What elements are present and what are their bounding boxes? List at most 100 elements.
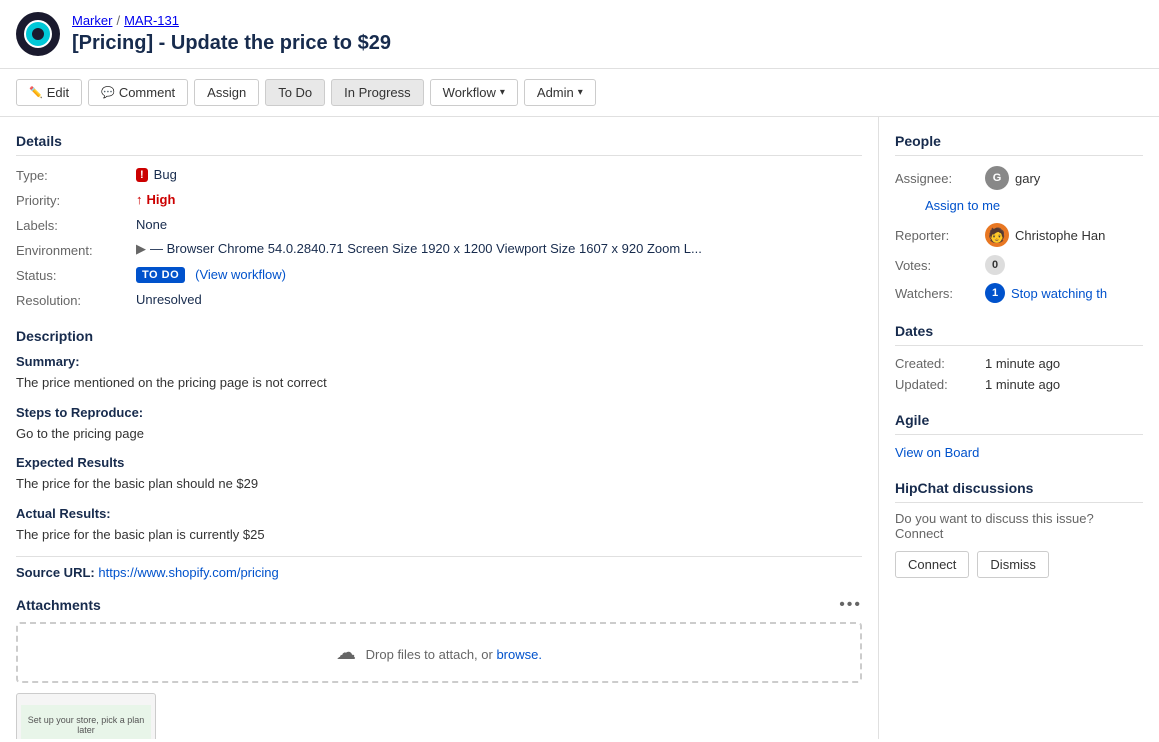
details-title: Details [16, 133, 862, 156]
breadcrumb-project[interactable]: Marker [72, 13, 112, 28]
steps-label: Steps to Reproduce: [16, 405, 862, 420]
attachments-title: Attachments [16, 597, 101, 613]
view-board-link[interactable]: View on Board [895, 445, 979, 460]
assignee-value: G gary [985, 166, 1143, 190]
type-label: Type: [16, 166, 136, 183]
status-value: TO DO (View workflow) [136, 266, 862, 283]
reporter-value: 🧑 Christophe Han [985, 223, 1143, 247]
breadcrumb: Marker / MAR-131 [72, 13, 391, 28]
dates-title: Dates [895, 323, 1143, 346]
status-label: Status: [16, 266, 136, 283]
description-title: Description [16, 328, 862, 344]
comment-button[interactable]: Comment [88, 79, 188, 106]
actual-text: The price for the basic plan is currentl… [16, 525, 862, 545]
actual-subsection: Actual Results: The price for the basic … [16, 506, 862, 545]
attachments-header: Attachments ••• [16, 596, 862, 614]
description-divider [16, 556, 862, 557]
agile-title: Agile [895, 412, 1143, 435]
watchers-badge: 1 [985, 283, 1005, 303]
attachments-section: Attachments ••• ☁ Drop files to attach, … [16, 596, 862, 739]
updated-value: 1 minute ago [985, 377, 1143, 392]
connect-button[interactable]: Connect [895, 551, 969, 578]
details-grid: Type: ! Bug Priority: High Labels: None … [16, 166, 862, 308]
breadcrumb-issue-id[interactable]: MAR-131 [124, 13, 179, 28]
source-label: Source URL: [16, 565, 95, 580]
page-header: Marker / MAR-131 [Pricing] - Update the … [0, 0, 1159, 69]
drop-zone[interactable]: ☁ Drop files to attach, or browse. [16, 622, 862, 683]
hipchat-section: HipChat discussions Do you want to discu… [895, 480, 1143, 578]
issue-title: [Pricing] - Update the price to $29 [72, 32, 391, 55]
assignee-avatar: G [985, 166, 1009, 190]
attachments-more-button[interactable]: ••• [839, 596, 862, 614]
votes-label: Votes: [895, 258, 985, 273]
reporter-row: Reporter: 🧑 Christophe Han [895, 223, 1143, 247]
toolbar: Edit Comment Assign To Do In Progress Wo… [0, 69, 1159, 117]
created-label: Created: [895, 356, 985, 371]
hipchat-buttons: Connect Dismiss [895, 551, 1143, 578]
main-content: Details Type: ! Bug Priority: High Label… [0, 117, 879, 739]
source-subsection: Source URL: https://www.shopify.com/pric… [16, 565, 862, 580]
watchers-row: Watchers: 1 Stop watching th [895, 283, 1143, 303]
upload-icon: ☁ [336, 642, 356, 664]
status-badge: TO DO [136, 267, 185, 283]
assign-button[interactable]: Assign [194, 79, 259, 106]
view-workflow-link[interactable]: (View workflow) [195, 267, 286, 282]
watchers-label: Watchers: [895, 286, 985, 301]
env-expand-icon[interactable]: ▶ [136, 241, 146, 257]
expected-subsection: Expected Results The price for the basic… [16, 455, 862, 494]
updated-row: Updated: 1 minute ago [895, 377, 1143, 392]
drop-text: Drop files to attach, or [366, 647, 497, 662]
votes-value: 0 [985, 255, 1143, 275]
created-value: 1 minute ago [985, 356, 1143, 371]
summary-label: Summary: [16, 354, 862, 369]
bug-icon: ! [136, 168, 148, 182]
people-title: People [895, 133, 1143, 156]
right-sidebar: People Assignee: G gary Assign to me Rep… [879, 117, 1159, 739]
edit-button[interactable]: Edit [16, 79, 82, 106]
people-section: People Assignee: G gary Assign to me Rep… [895, 133, 1143, 303]
priority-label: Priority: [16, 191, 136, 208]
workflow-button[interactable]: Workflow [430, 79, 518, 106]
assignee-name: gary [1015, 171, 1040, 186]
agile-section: Agile View on Board [895, 412, 1143, 460]
type-value: ! Bug [136, 166, 862, 183]
actual-label: Actual Results: [16, 506, 862, 521]
description-section: Description Summary: The price mentioned… [16, 328, 862, 580]
labels-label: Labels: [16, 216, 136, 233]
assignee-label: Assignee: [895, 171, 985, 186]
priority-text: High [136, 192, 175, 207]
details-section: Details Type: ! Bug Priority: High Label… [16, 133, 862, 308]
thumb-content: Set up your store, pick a plan later Get… [17, 701, 155, 740]
app-logo [16, 12, 60, 56]
admin-button[interactable]: Admin [524, 79, 596, 106]
expected-label: Expected Results [16, 455, 862, 470]
summary-text: The price mentioned on the pricing page … [16, 373, 862, 393]
source-url-link[interactable]: https://www.shopify.com/pricing [98, 565, 278, 580]
watchers-value: 1 Stop watching th [985, 283, 1143, 303]
environment-value: ▶ — Browser Chrome 54.0.2840.71 Screen S… [136, 241, 862, 258]
todo-button[interactable]: To Do [265, 79, 325, 106]
attachment-thumbnail[interactable]: Set up your store, pick a plan later Get… [16, 693, 156, 739]
assign-to-me-link[interactable]: Assign to me [925, 198, 1143, 213]
labels-value: None [136, 216, 862, 233]
environment-label: Environment: [16, 241, 136, 258]
resolution-value: Unresolved [136, 291, 862, 308]
resolution-label: Resolution: [16, 291, 136, 308]
summary-subsection: Summary: The price mentioned on the pric… [16, 354, 862, 393]
environment-text: — Browser Chrome 54.0.2840.71 Screen Siz… [150, 241, 702, 256]
priority-value: High [136, 191, 862, 208]
expected-text: The price for the basic plan should ne $… [16, 474, 862, 494]
browse-link[interactable]: browse. [496, 647, 542, 662]
steps-text: Go to the pricing page [16, 424, 862, 444]
reporter-name: Christophe Han [1015, 228, 1105, 243]
hipchat-title: HipChat discussions [895, 480, 1143, 503]
hipchat-text: Do you want to discuss this issue? Conne… [895, 511, 1143, 541]
type-text: Bug [154, 167, 177, 182]
stop-watching-link[interactable]: Stop watching th [1011, 286, 1107, 301]
reporter-label: Reporter: [895, 228, 985, 243]
created-row: Created: 1 minute ago [895, 356, 1143, 371]
votes-badge: 0 [985, 255, 1005, 275]
in-progress-button[interactable]: In Progress [331, 79, 423, 106]
dismiss-button[interactable]: Dismiss [977, 551, 1049, 578]
steps-subsection: Steps to Reproduce: Go to the pricing pa… [16, 405, 862, 444]
